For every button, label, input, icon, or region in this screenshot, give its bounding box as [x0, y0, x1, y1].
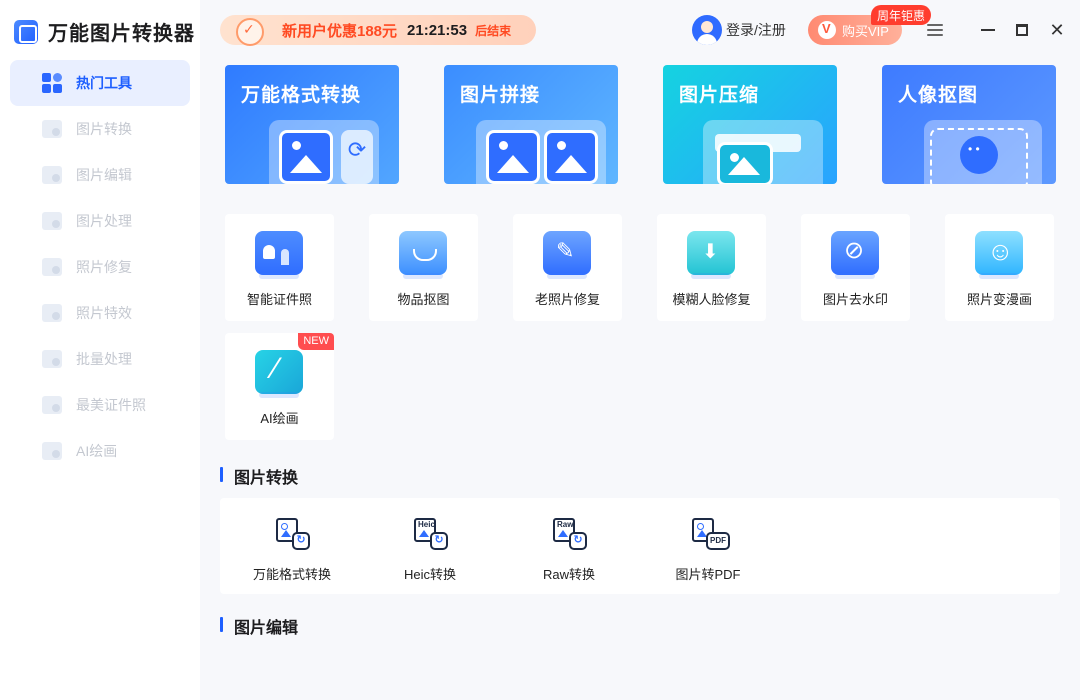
format-convert-icon: ↻ [276, 518, 310, 550]
tool-label: 图片去水印 [822, 292, 888, 307]
tool-ai-paint[interactable]: NEW AI绘画 [225, 333, 334, 440]
login-button[interactable]: 登录/注册 [692, 15, 786, 45]
image-convert-icon [42, 120, 62, 138]
tool-label: AI绘画 [260, 411, 299, 426]
maximize-button[interactable] [1008, 16, 1036, 44]
tool-label: 老照片修复 [534, 292, 600, 307]
raw-convert-icon: Raw ↻ [553, 518, 587, 550]
sidebar-item-image-convert[interactable]: 图片转换 [10, 106, 190, 152]
bag-icon [399, 231, 447, 279]
batch-icon [42, 350, 62, 368]
image-stitch-illustration [476, 120, 606, 184]
tool-old-photo-repair[interactable]: 老照片修复 [513, 214, 622, 321]
wrench-icon [543, 231, 591, 279]
section-title-convert: 图片转换 [220, 464, 298, 488]
id-card-icon [255, 231, 303, 279]
menu-icon [927, 24, 943, 36]
convert-label: Raw转换 [542, 567, 595, 582]
feature-card-portrait-cutout[interactable]: 人像抠图 [882, 65, 1056, 184]
feature-card-image-stitch[interactable]: 图片拼接 [444, 65, 618, 184]
avatar [692, 15, 722, 45]
image-process-icon [42, 212, 62, 230]
image-edit-icon [42, 166, 62, 184]
convert-item-universal[interactable]: ↻ 万能格式转换 [222, 498, 362, 594]
convert-panel: ↻ 万能格式转换 Heic ↻ Heic转换 Raw ↻ Raw转换 PDF 图片转… [220, 498, 1060, 594]
face-icon [687, 231, 735, 279]
app-logo-icon [14, 19, 38, 44]
convert-label: 万能格式转换 [252, 567, 331, 582]
sidebar-item-label: 图片转换 [76, 121, 132, 137]
convert-item-heic[interactable]: Heic ↻ Heic转换 [360, 498, 500, 594]
convert-label: Heic转换 [403, 567, 456, 582]
minimize-button[interactable] [974, 16, 1002, 44]
minimize-icon [981, 29, 995, 31]
tool-label: 智能证件照 [246, 292, 312, 307]
sidebar-item-id-photo[interactable]: 最美证件照 [10, 382, 190, 428]
close-icon: ✕ [1049, 19, 1065, 40]
promo-banner[interactable]: 新用户优惠188元 21:21:53 后结束 [220, 15, 536, 46]
pdf-convert-icon: PDF [692, 518, 730, 550]
sidebar-item-label: AI绘画 [76, 443, 118, 459]
tool-label: 物品抠图 [397, 292, 450, 307]
feature-title: 图片拼接 [460, 85, 541, 106]
tool-label: 照片变漫画 [966, 292, 1032, 307]
heic-convert-icon: Heic ↻ [414, 518, 448, 550]
feature-title: 人像抠图 [898, 85, 979, 106]
grid-icon [42, 73, 62, 93]
sidebar-item-label: 图片处理 [76, 213, 132, 229]
sidebar-item-image-process[interactable]: 图片处理 [10, 198, 190, 244]
sidebar-item-photo-effects[interactable]: 照片特效 [10, 290, 190, 336]
sidebar-item-label: 最美证件照 [76, 397, 146, 413]
promo-end-label: 后结束 [475, 23, 512, 38]
image-compress-illustration [703, 120, 823, 184]
sidebar-item-photo-repair[interactable]: 照片修复 [10, 244, 190, 290]
sidebar: 万能图片转换器 热门工具 图片转换 图片编辑 图片处理 照片修复 照片特效 批量… [0, 0, 200, 700]
promo-countdown: 21:21:53 [407, 21, 468, 39]
menu-button[interactable] [921, 16, 949, 44]
sidebar-item-label: 批量处理 [76, 351, 132, 367]
sidebar-item-label: 热门工具 [76, 75, 132, 91]
tool-object-cutout[interactable]: 物品抠图 [369, 214, 478, 321]
watermark-icon [831, 231, 879, 279]
ai-paint-icon [255, 350, 303, 398]
sidebar-item-image-edit[interactable]: 图片编辑 [10, 152, 190, 198]
photo-repair-icon [42, 258, 62, 276]
new-badge: NEW [298, 333, 334, 350]
tool-remove-watermark[interactable]: 图片去水印 [801, 214, 910, 321]
app-brand: 万能图片转换器 [14, 17, 195, 46]
section-title-edit: 图片编辑 [220, 614, 298, 638]
feature-title: 万能格式转换 [241, 85, 362, 106]
convert-item-raw[interactable]: Raw ↻ Raw转换 [499, 498, 639, 594]
feature-title: 图片压缩 [679, 85, 760, 106]
sidebar-item-label: 照片特效 [76, 305, 132, 321]
tool-blur-face-repair[interactable]: 模糊人脸修复 [657, 214, 766, 321]
coupon-icon [230, 15, 266, 46]
tool-label: 模糊人脸修复 [672, 292, 751, 307]
feature-card-image-compress[interactable]: 图片压缩 [663, 65, 837, 184]
ai-paint-icon [42, 442, 62, 460]
vip-gem-icon [818, 21, 836, 39]
image-convert-illustration: ⟳ [269, 120, 379, 184]
tool-photo-to-anime[interactable]: 照片变漫画 [945, 214, 1054, 321]
portrait-cutout-illustration [924, 120, 1042, 184]
close-button[interactable]: ✕ [1043, 16, 1071, 44]
convert-label: 图片转PDF [675, 567, 741, 582]
maximize-icon [1016, 24, 1028, 36]
sidebar-item-label: 图片编辑 [76, 167, 132, 183]
anime-icon [975, 231, 1023, 279]
feature-card-format-convert[interactable]: 万能格式转换 ⟳ [225, 65, 399, 184]
tool-smart-id-photo[interactable]: 智能证件照 [225, 214, 334, 321]
promo-text: 新用户优惠188元 [282, 22, 398, 40]
sidebar-item-ai-paint[interactable]: AI绘画 [10, 428, 190, 474]
sidebar-nav: 热门工具 图片转换 图片编辑 图片处理 照片修复 照片特效 批量处理 最美证件照… [10, 60, 190, 474]
login-label: 登录/注册 [726, 22, 786, 38]
id-photo-icon [42, 396, 62, 414]
sidebar-item-batch[interactable]: 批量处理 [10, 336, 190, 382]
photo-effects-icon [42, 304, 62, 322]
sidebar-item-hot-tools[interactable]: 热门工具 [10, 60, 190, 106]
convert-item-pdf[interactable]: PDF 图片转PDF [638, 498, 778, 594]
app-title: 万能图片转换器 [48, 23, 195, 45]
sidebar-item-label: 照片修复 [76, 259, 132, 275]
